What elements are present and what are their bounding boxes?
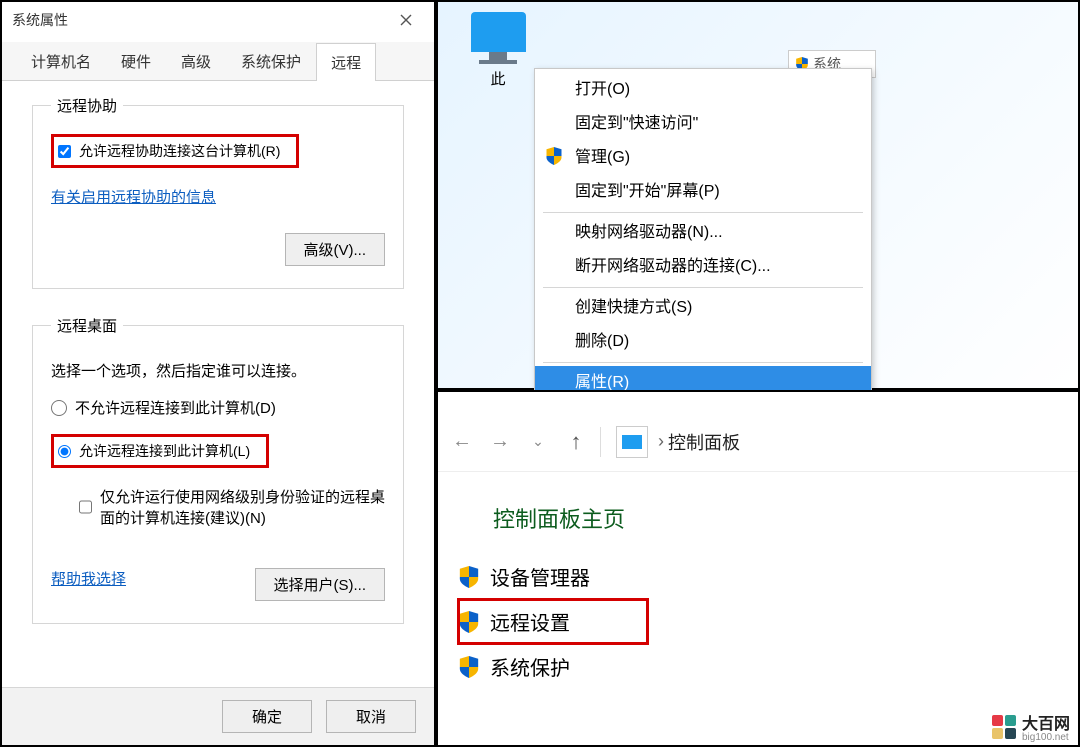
this-pc-icon[interactable]: 此 <box>458 12 538 89</box>
allow-remote-assist-checkbox[interactable] <box>58 145 71 158</box>
nla-label: 仅允许运行使用网络级别身份验证的远程桌面的计算机连接(建议)(N) <box>100 486 385 528</box>
control-panel-icon <box>616 426 648 458</box>
remote-assistance-group: 远程协助 允许远程协助连接这台计算机(R) 有关启用远程协助的信息 高级(V).… <box>32 95 404 289</box>
radio-allow-label: 允许远程连接到此计算机(L) <box>79 441 250 461</box>
remote-desktop-legend: 远程桌面 <box>51 315 123 336</box>
ctx-item-pin-start[interactable]: 固定到"开始"屏幕(P) <box>535 175 871 209</box>
radio-deny-label: 不允许远程连接到此计算机(D) <box>75 397 276 418</box>
close-icon <box>400 14 412 26</box>
shield-icon <box>458 656 480 678</box>
tab-advanced[interactable]: 高级 <box>166 42 226 80</box>
allow-remote-assist-label: 允许远程协助连接这台计算机(R) <box>79 141 280 161</box>
explorer-navbar: ← → ⌄ ↑ › 控制面板 <box>438 412 1078 472</box>
tab-hardware[interactable]: 硬件 <box>106 42 166 80</box>
tab-computer-name[interactable]: 计算机名 <box>16 42 106 80</box>
tab-remote[interactable]: 远程 <box>316 43 376 81</box>
highlight-allow-remote: 允许远程连接到此计算机(L) <box>51 434 269 468</box>
titlebar: 系统属性 <box>2 2 434 38</box>
remote-desktop-group: 远程桌面 选择一个选项，然后指定谁可以连接。 不允许远程连接到此计算机(D) 允… <box>32 315 404 624</box>
this-pc-label: 此 <box>458 68 538 89</box>
radio-deny-row[interactable]: 不允许远程连接到此计算机(D) <box>51 397 385 418</box>
shield-icon <box>545 147 563 165</box>
link-label: 设备管理器 <box>490 562 590 591</box>
link-remote-settings[interactable]: 远程设置 <box>458 599 648 644</box>
ctx-item-create-shortcut[interactable]: 创建快捷方式(S) <box>535 291 871 325</box>
nla-checkbox[interactable] <box>79 499 92 515</box>
up-button[interactable]: ↑ <box>562 428 590 456</box>
radio-allow-remote[interactable] <box>58 445 71 458</box>
system-properties-dialog: 系统属性 计算机名 硬件 高级 系统保护 远程 远程协助 允许远程协助连接这台计… <box>0 0 436 747</box>
ctx-item-pin-quickaccess[interactable]: 固定到"快速访问" <box>535 107 871 141</box>
shield-icon <box>458 611 480 633</box>
remote-assistance-legend: 远程协助 <box>51 95 123 116</box>
menu-separator <box>543 287 863 288</box>
link-device-manager[interactable]: 设备管理器 <box>458 554 1078 599</box>
menu-separator <box>543 362 863 363</box>
context-menu: 打开(O) 固定到"快速访问" 管理(G) 固定到"开始"屏幕(P) 映射网络驱… <box>534 68 872 405</box>
watermark-logo <box>992 715 1016 739</box>
dialog-body: 远程协助 允许远程协助连接这台计算机(R) 有关启用远程协助的信息 高级(V).… <box>2 81 434 687</box>
back-button[interactable]: ← <box>448 428 476 456</box>
radio-deny-remote[interactable] <box>51 400 67 416</box>
chevron-right-icon: › <box>658 431 664 452</box>
remote-assist-advanced-button[interactable]: 高级(V)... <box>285 233 386 266</box>
select-users-button[interactable]: 选择用户(S)... <box>255 568 386 601</box>
control-panel-home-heading: 控制面板主页 <box>438 472 1078 554</box>
remote-assist-info-link[interactable]: 有关启用远程协助的信息 <box>51 186 216 207</box>
highlight-allow-assist: 允许远程协助连接这台计算机(R) <box>51 134 299 168</box>
context-menu-screenshot: 此 系统 打开(O) 固定到"快速访问" 管理(G) 固定到"开始"屏幕(P) … <box>436 0 1080 390</box>
watermark-name: 大百网 <box>1022 716 1070 733</box>
tab-bar: 计算机名 硬件 高级 系统保护 远程 <box>2 42 434 81</box>
ok-button[interactable]: 确定 <box>222 700 312 733</box>
watermark-sub: big100.net <box>1022 732 1070 743</box>
ctx-item-open[interactable]: 打开(O) <box>535 73 871 107</box>
remote-desktop-note: 选择一个选项，然后指定谁可以连接。 <box>51 360 385 381</box>
breadcrumb[interactable]: › 控制面板 <box>658 429 740 455</box>
close-button[interactable] <box>388 5 424 35</box>
link-system-protection[interactable]: 系统保护 <box>458 644 1078 689</box>
help-me-choose-link[interactable]: 帮助我选择 <box>51 568 126 589</box>
watermark: 大百网 big100.net <box>988 708 1074 745</box>
ctx-item-map-drive[interactable]: 映射网络驱动器(N)... <box>535 216 871 250</box>
nla-row[interactable]: 仅允许运行使用网络级别身份验证的远程桌面的计算机连接(建议)(N) <box>79 486 385 528</box>
control-panel-screenshot: ← → ⌄ ↑ › 控制面板 控制面板主页 设备管理器 远程设置 系统保护 <box>436 390 1080 747</box>
ctx-item-delete[interactable]: 删除(D) <box>535 325 871 359</box>
forward-button[interactable]: → <box>486 428 514 456</box>
history-dropdown[interactable]: ⌄ <box>524 428 552 456</box>
breadcrumb-text: 控制面板 <box>668 429 740 455</box>
ctx-item-manage[interactable]: 管理(G) <box>535 141 871 175</box>
shield-icon <box>458 566 480 588</box>
link-label: 系统保护 <box>490 652 570 681</box>
dialog-footer: 确定 取消 <box>2 687 434 745</box>
link-label: 远程设置 <box>490 607 570 636</box>
cancel-button[interactable]: 取消 <box>326 700 416 733</box>
tab-system-protection[interactable]: 系统保护 <box>226 42 316 80</box>
ctx-item-disconnect-drive[interactable]: 断开网络驱动器的连接(C)... <box>535 250 871 284</box>
control-panel-links: 设备管理器 远程设置 系统保护 <box>438 554 1078 689</box>
menu-separator <box>543 212 863 213</box>
dialog-title: 系统属性 <box>12 10 68 30</box>
